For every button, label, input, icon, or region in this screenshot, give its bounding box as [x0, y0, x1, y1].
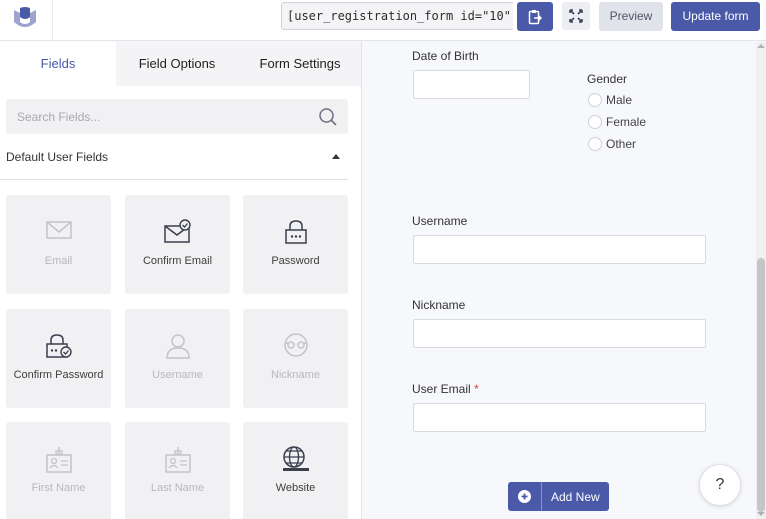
- copy-shortcode-button[interactable]: [517, 2, 553, 31]
- user-icon: [165, 334, 190, 359]
- preview-button[interactable]: Preview: [599, 2, 663, 31]
- field-tile-label: Username: [152, 369, 203, 381]
- search-fields-input[interactable]: [6, 99, 306, 134]
- radio-button[interactable]: [588, 137, 602, 151]
- section-title: Default User Fields: [6, 150, 109, 164]
- dob-label: Date of Birth: [412, 49, 479, 63]
- globe-icon: [282, 446, 309, 471]
- gender-label: Gender: [587, 72, 628, 86]
- scroll-up-arrow-icon[interactable]: [757, 44, 765, 48]
- lock-check-icon: [45, 334, 72, 358]
- tab-fields[interactable]: Fields: [0, 42, 116, 86]
- field-tile-confirm-email[interactable]: Confirm Email: [125, 195, 230, 294]
- field-tile-label: Last Name: [150, 482, 205, 494]
- user-email-input[interactable]: [413, 403, 706, 432]
- nickname-label: Nickname: [412, 298, 466, 312]
- nickname-input[interactable]: [413, 319, 706, 348]
- expand-icon: [569, 9, 583, 23]
- scroll-down-arrow-icon[interactable]: [757, 512, 765, 516]
- field-tile-label: Website: [275, 482, 316, 494]
- radio-label: Other: [606, 137, 637, 151]
- id-card-icon: [45, 447, 72, 473]
- envelope-icon: [45, 221, 72, 239]
- help-button[interactable]: ?: [699, 464, 741, 506]
- field-tile-website[interactable]: Website: [243, 422, 348, 519]
- update-form-button[interactable]: Update form: [671, 2, 760, 31]
- field-tile-password[interactable]: Password: [243, 195, 348, 294]
- fields-panel: Fields Field Options Form Settings Defau…: [0, 42, 362, 519]
- field-tile-label: Nickname: [271, 369, 320, 381]
- gender-option-other[interactable]: Other: [588, 137, 636, 151]
- envelope-check-icon: [163, 219, 191, 243]
- add-new-label: Add New: [551, 489, 600, 504]
- lock-icon: [284, 220, 307, 244]
- add-new-button[interactable]: Add New: [508, 482, 609, 511]
- panel-tabs: Fields Field Options Form Settings: [0, 42, 361, 86]
- clipboard-icon: [528, 9, 542, 24]
- fullscreen-button[interactable]: [562, 2, 590, 30]
- username-label: Username: [412, 214, 468, 228]
- id-card-icon: [164, 447, 191, 473]
- field-tile-nickname: Nickname: [243, 309, 348, 408]
- username-input[interactable]: [413, 235, 706, 264]
- field-tile-label: First Name: [31, 482, 86, 494]
- collapse-caret-icon[interactable]: [332, 154, 340, 159]
- form-canvas: [363, 42, 756, 519]
- field-tile-confirm-password[interactable]: Confirm Password: [6, 309, 111, 408]
- required-marker: *: [474, 382, 479, 396]
- field-tile-label: Email: [44, 255, 73, 267]
- plus-circle-icon: [508, 482, 542, 511]
- radio-button[interactable]: [588, 93, 602, 107]
- user-registration-logo[interactable]: [11, 5, 39, 33]
- top-bar: [user_registration_form id="10"] Preview…: [0, 0, 766, 41]
- field-tile-label: Password: [271, 255, 320, 267]
- user-email-label: User Email *: [412, 382, 479, 396]
- mask-icon: [283, 333, 308, 357]
- search-icon[interactable]: [318, 107, 338, 127]
- user-email-label-text: User Email: [412, 382, 471, 396]
- radio-button[interactable]: [588, 115, 602, 129]
- field-tile-first-name: First Name: [6, 422, 111, 519]
- dob-input[interactable]: [413, 70, 530, 99]
- radio-label: Male: [606, 93, 633, 107]
- shortcode-field[interactable]: [user_registration_form id="10"]: [281, 2, 513, 30]
- logo-divider: [52, 0, 53, 41]
- gender-option-female[interactable]: Female: [588, 115, 646, 129]
- tab-field-options[interactable]: Field Options: [116, 42, 238, 86]
- scrollbar-thumb[interactable]: [757, 258, 765, 512]
- radio-label: Female: [606, 115, 647, 129]
- field-tile-label: Confirm Email: [142, 255, 213, 267]
- gender-option-male[interactable]: Male: [588, 93, 632, 107]
- tab-form-settings[interactable]: Form Settings: [238, 42, 361, 86]
- default-user-fields-header[interactable]: Default User Fields: [0, 150, 348, 180]
- field-tile-username: Username: [125, 309, 230, 408]
- field-tile-label: Confirm Password: [13, 369, 104, 381]
- field-tile-last-name: Last Name: [125, 422, 230, 519]
- field-tile-email: Email: [6, 195, 111, 294]
- search-box: [6, 99, 348, 134]
